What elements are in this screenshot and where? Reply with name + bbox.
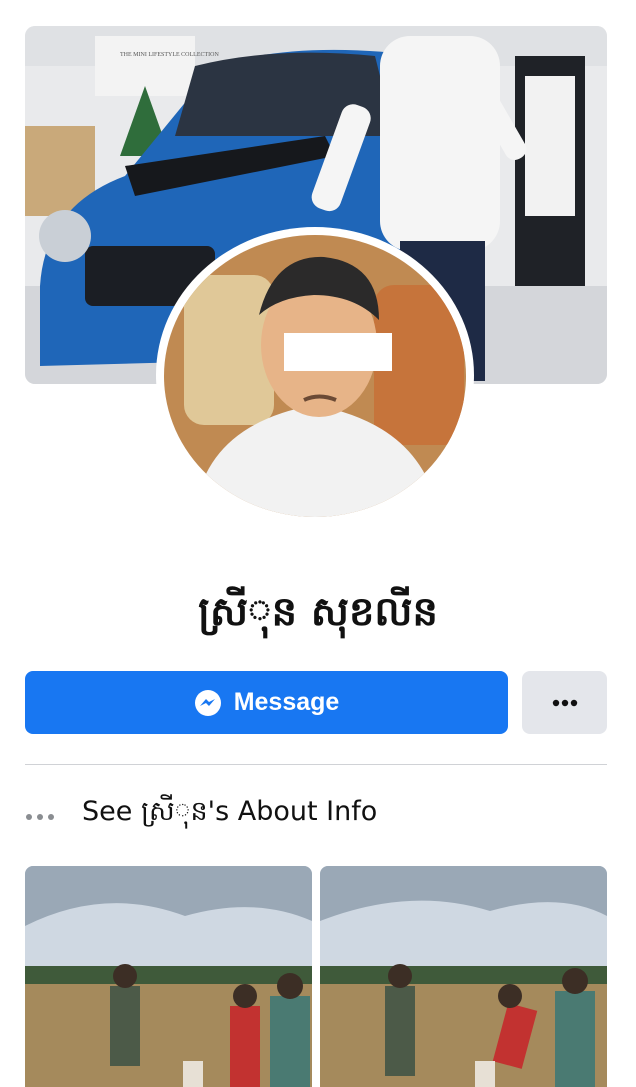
profile-name: ស្រី​ុន សុខលីន xyxy=(198,589,438,635)
message-button-label: Message xyxy=(233,688,340,716)
censor-bar xyxy=(284,333,392,371)
more-options-button[interactable] xyxy=(522,671,607,734)
photo-thumbnail-2[interactable] xyxy=(320,866,607,1087)
about-info-label: See ស្រី​ុន's About Info xyxy=(82,795,378,827)
divider xyxy=(25,764,607,765)
about-info-link[interactable]: See ស្រី​ុន's About Info xyxy=(25,794,377,834)
profile-picture[interactable] xyxy=(164,235,466,517)
more-dots-icon xyxy=(25,801,82,827)
more-horizontal-icon xyxy=(552,699,577,706)
photo-thumbnail-1[interactable] xyxy=(25,866,312,1087)
showroom-sign: THE MINI LIFESTYLE COLLECTION xyxy=(120,52,219,58)
profile-picture-frame[interactable] xyxy=(156,227,474,523)
message-button[interactable]: Message xyxy=(25,671,508,734)
messenger-icon xyxy=(194,689,221,716)
